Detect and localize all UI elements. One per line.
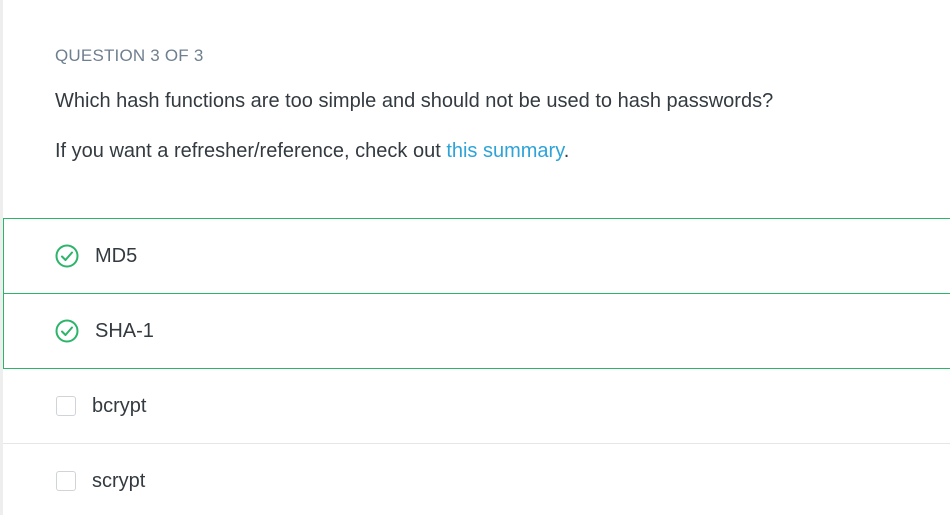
question-counter: QUESTION 3 OF 3	[55, 46, 204, 65]
check-circle-icon	[55, 319, 79, 343]
hint-text: If you want a refresher/reference, check…	[55, 138, 930, 164]
checkbox-icon[interactable]	[56, 396, 76, 416]
question-text: Which hash functions are too simple and …	[55, 90, 774, 112]
option-md5[interactable]: MD5	[3, 218, 950, 294]
checkbox-icon[interactable]	[56, 471, 76, 491]
option-scrypt[interactable]: scrypt	[3, 444, 950, 515]
question-header: QUESTION 3 OF 3 Which hash functions are…	[55, 46, 930, 164]
option-label: MD5	[95, 244, 138, 267]
summary-link[interactable]: this summary	[446, 140, 563, 162]
option-label: bcrypt	[92, 394, 147, 417]
option-bcrypt[interactable]: bcrypt	[3, 369, 950, 444]
option-sha-1[interactable]: SHA-1	[3, 294, 950, 369]
quiz-page: QUESTION 3 OF 3 Which hash functions are…	[0, 0, 950, 515]
option-label: scrypt	[92, 469, 146, 492]
answer-options: MD5 SHA-1 bcrypt scrypt	[3, 218, 950, 515]
option-label: SHA-1	[95, 319, 154, 342]
hint-suffix: .	[563, 140, 570, 162]
hint-prefix: If you want a refresher/reference, check…	[55, 140, 447, 162]
check-circle-icon	[55, 244, 79, 268]
